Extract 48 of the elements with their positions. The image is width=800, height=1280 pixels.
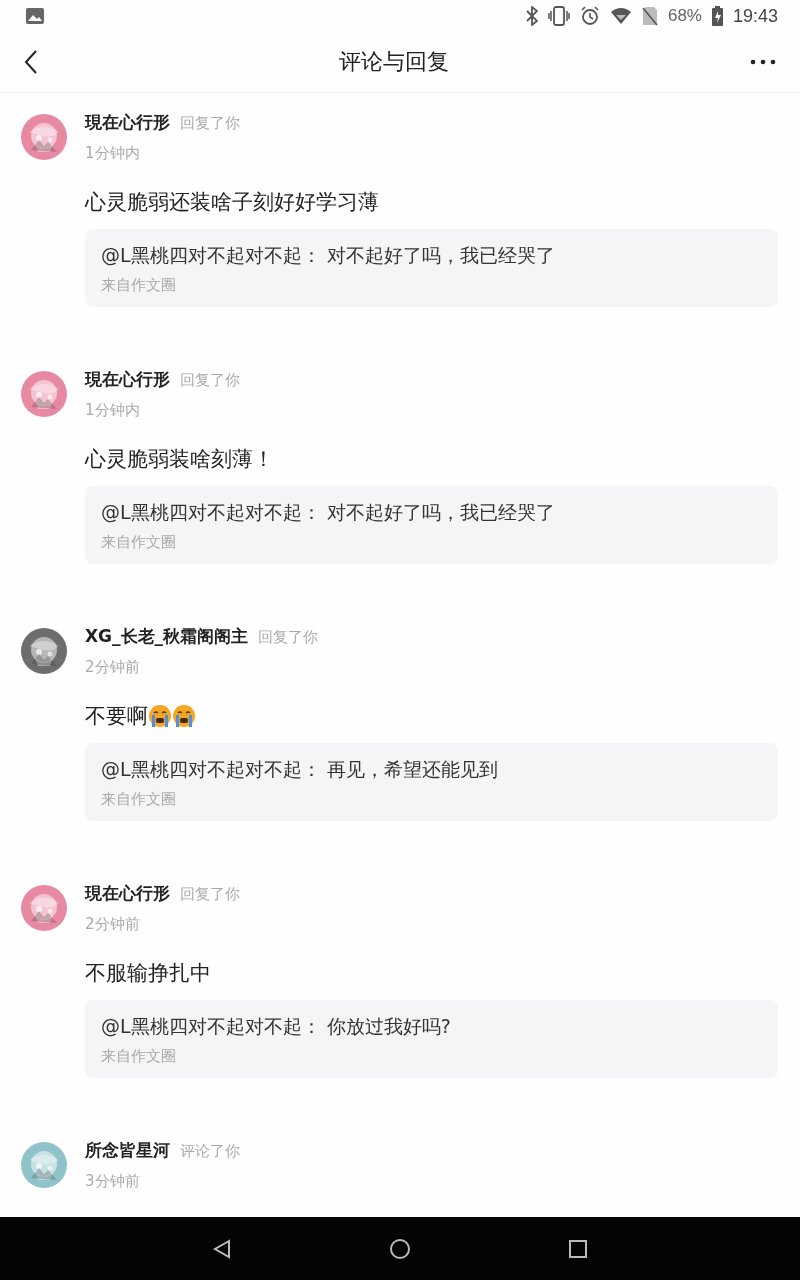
battery-percent: 68%	[667, 6, 702, 26]
action-label: 回复了你	[180, 885, 240, 904]
image-icon	[26, 8, 44, 24]
action-label: 回复了你	[180, 114, 240, 133]
recents-square-icon	[569, 1239, 587, 1258]
source-label: 来自作文圈	[101, 532, 177, 552]
wifi-icon	[609, 7, 632, 25]
quoted-text: @L黑桃四对不起对不起： 再见，希望还能见到	[101, 757, 499, 782]
comment-text: 不服输挣扎中	[85, 960, 211, 987]
user-name[interactable]: 所念皆星河	[85, 1139, 170, 1162]
home-circle-icon	[389, 1237, 411, 1260]
quoted-comment-card[interactable]: @L黑桃四对不起对不起： 对不起好了吗，我已经哭了 来自作文圈	[85, 486, 778, 564]
no-sim-icon	[641, 6, 658, 26]
source-label: 来自作文圈	[101, 789, 177, 809]
crying-face-icon	[172, 704, 196, 728]
action-label: 评论了你	[180, 1142, 240, 1161]
quoted-text: @L黑桃四对不起对不起： 你放过我好吗?	[101, 1014, 452, 1039]
comment-text: 不要啊	[85, 703, 148, 730]
triangle-back-icon	[213, 1238, 231, 1259]
source-label: 来自作文圈	[101, 1046, 177, 1066]
back-icon	[24, 50, 38, 74]
user-name[interactable]: 現在心行形	[85, 882, 170, 905]
clock-time: 19:43	[732, 5, 778, 27]
comment-time: 3分钟前	[85, 1171, 141, 1191]
more-icon	[750, 59, 776, 65]
vibrate-icon	[547, 6, 570, 26]
source-label: 来自作文圈	[101, 275, 177, 295]
comment-time: 1分钟内	[85, 400, 141, 420]
quoted-comment-card[interactable]: @L黑桃四对不起对不起： 你放过我好吗? 来自作文圈	[85, 1000, 778, 1078]
user-name[interactable]: XG_长老_秋霜阁阁主	[85, 625, 249, 648]
user-name[interactable]: 現在心行形	[85, 368, 170, 391]
user-name[interactable]: 現在心行形	[85, 111, 170, 134]
comment-text: 心灵脆弱装啥刻薄！	[85, 446, 274, 473]
comment-time: 2分钟前	[85, 914, 141, 934]
page-title: 评论与回复	[338, 48, 450, 76]
comment-text: 心灵脆弱还装啥子刻好好学习薄	[85, 189, 379, 216]
battery-icon	[711, 6, 723, 26]
quoted-comment-card[interactable]: @L黑桃四对不起对不起： 再见，希望还能见到 来自作文圈	[85, 743, 778, 821]
comment-time: 1分钟内	[85, 143, 141, 163]
quoted-text: @L黑桃四对不起对不起： 对不起好了吗，我已经哭了	[101, 500, 556, 525]
action-label: 回复了你	[258, 628, 319, 647]
bluetooth-icon	[525, 6, 538, 26]
quoted-text: @L黑桃四对不起对不起： 对不起好了吗，我已经哭了	[101, 243, 556, 268]
comment-time: 2分钟前	[85, 657, 141, 677]
quoted-comment-card[interactable]: @L黑桃四对不起对不起： 对不起好了吗，我已经哭了 来自作文圈	[85, 229, 778, 307]
alarm-icon	[579, 6, 600, 26]
crying-face-icon	[148, 704, 172, 728]
action-label: 回复了你	[180, 371, 240, 390]
